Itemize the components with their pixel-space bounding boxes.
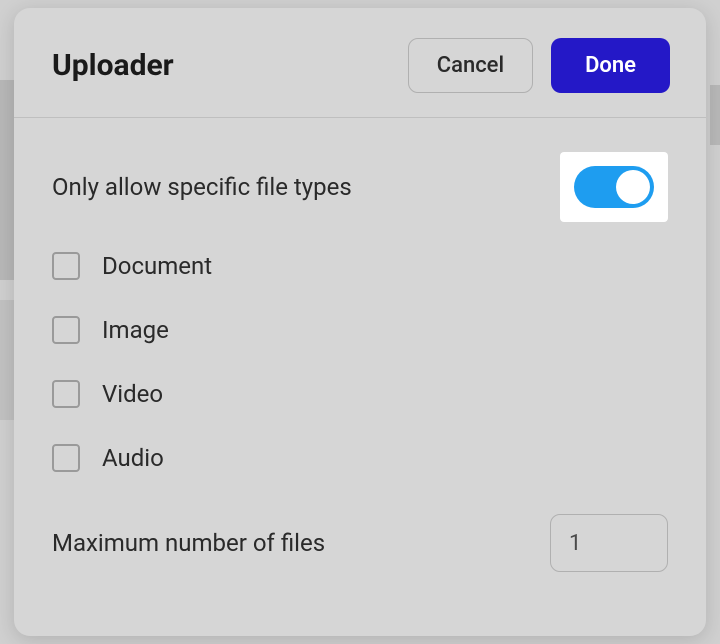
dialog-title: Uploader xyxy=(52,48,174,83)
checkbox-audio[interactable] xyxy=(52,444,80,472)
dialog-body: Only allow specific file types Document … xyxy=(14,118,706,572)
file-type-row-video: Video xyxy=(52,380,668,408)
toggle-knob xyxy=(616,170,650,204)
checkbox-label-document: Document xyxy=(102,252,212,280)
file-type-list: Document Image Video Audio xyxy=(52,252,668,472)
checkbox-image[interactable] xyxy=(52,316,80,344)
max-files-label: Maximum number of files xyxy=(52,529,325,557)
allow-specific-label: Only allow specific file types xyxy=(52,173,352,201)
max-files-input[interactable] xyxy=(550,514,668,572)
checkbox-video[interactable] xyxy=(52,380,80,408)
file-type-row-image: Image xyxy=(52,316,668,344)
checkbox-label-video: Video xyxy=(102,380,163,408)
allow-specific-toggle[interactable] xyxy=(574,166,654,208)
max-files-row: Maximum number of files xyxy=(52,514,668,572)
allow-specific-row: Only allow specific file types xyxy=(52,152,668,222)
header-buttons: Cancel Done xyxy=(408,38,670,93)
checkbox-document[interactable] xyxy=(52,252,80,280)
uploader-dialog: Uploader Cancel Done Only allow specific… xyxy=(14,8,706,636)
done-button[interactable]: Done xyxy=(551,38,670,93)
dialog-header: Uploader Cancel Done xyxy=(14,8,706,118)
checkbox-label-image: Image xyxy=(102,316,169,344)
file-type-row-audio: Audio xyxy=(52,444,668,472)
cancel-button[interactable]: Cancel xyxy=(408,38,533,93)
file-type-row-document: Document xyxy=(52,252,668,280)
checkbox-label-audio: Audio xyxy=(102,444,164,472)
toggle-highlight xyxy=(560,152,668,222)
